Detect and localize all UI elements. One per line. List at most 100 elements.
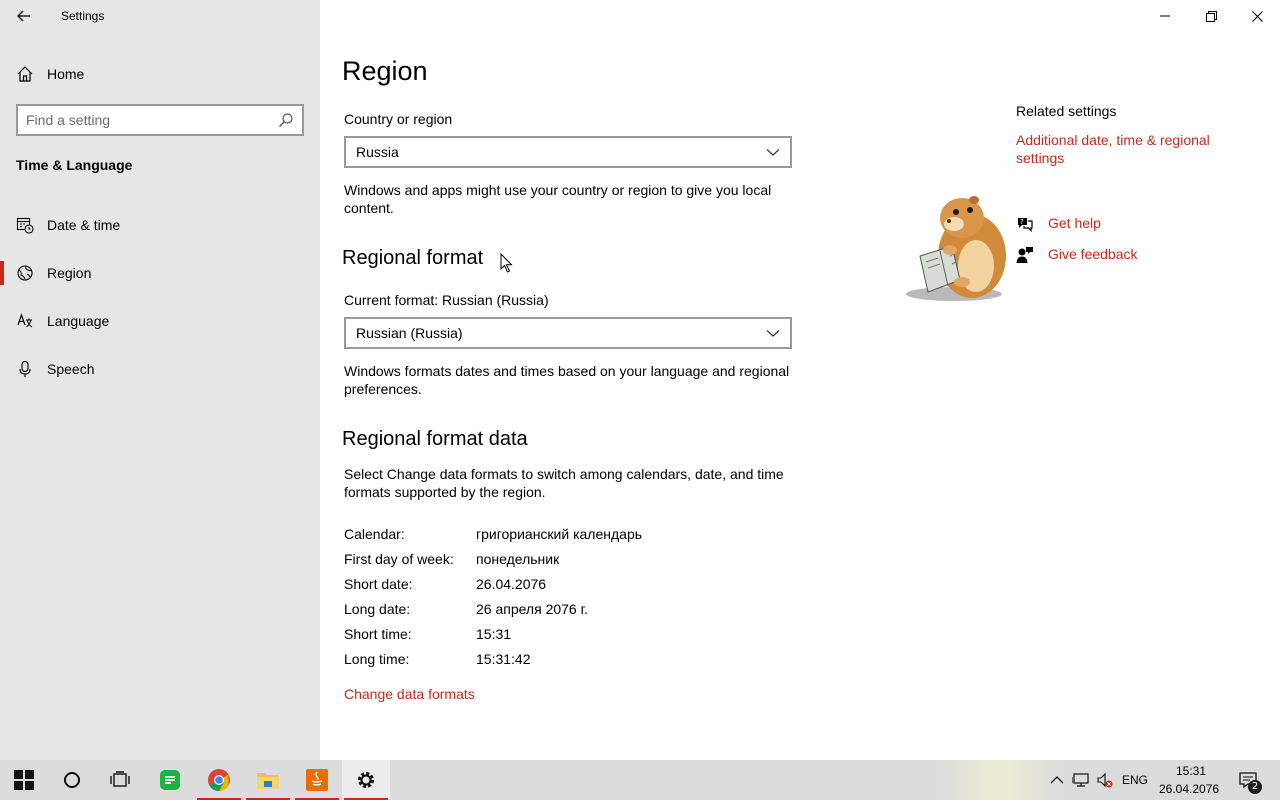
format-data-row: Short date: 26.04.2076: [344, 576, 794, 596]
format-value: Russian (Russia): [356, 325, 463, 341]
format-value: григорианский календарь: [476, 526, 643, 542]
format-description: Windows formats dates and times based on…: [344, 363, 790, 397]
restore-icon: [1205, 10, 1217, 22]
chrome-icon: [208, 769, 230, 791]
sidebar-item-language[interactable]: Language: [0, 301, 320, 341]
back-button[interactable]: [10, 4, 38, 28]
taskbar-app-java[interactable]: [293, 760, 341, 800]
search-circle-icon: [64, 772, 80, 788]
format-key: Calendar:: [344, 526, 405, 542]
related-settings-title: Related settings: [1016, 103, 1117, 119]
svg-text:?: ?: [1020, 218, 1024, 226]
sidebar-item-label: Language: [47, 313, 110, 329]
hamster-reading-image: [906, 196, 1006, 301]
volume-muted-icon[interactable]: [1096, 771, 1114, 789]
sidebar-item-label: Date & time: [47, 217, 121, 233]
format-key: First day of week:: [344, 551, 454, 567]
sidebar-item-date-time[interactable]: Date & time: [0, 205, 320, 245]
network-icon[interactable]: [1072, 771, 1090, 789]
microphone-icon: [19, 360, 31, 377]
notification-count-badge: 2: [1248, 780, 1262, 794]
clock-time[interactable]: 15:31: [1176, 764, 1206, 778]
restore-button[interactable]: [1188, 0, 1234, 32]
format-value: 26.04.2076: [476, 576, 547, 592]
chevron-up-icon[interactable]: [1048, 771, 1066, 789]
chevron-down-icon: [766, 149, 780, 156]
get-help-link-row[interactable]: ? Get help: [1016, 214, 1216, 234]
start-button[interactable]: [0, 760, 48, 800]
home-icon: [17, 66, 33, 82]
file-explorer-icon: [257, 773, 279, 789]
task-view-icon: [110, 771, 130, 787]
page-title: Region: [342, 56, 428, 86]
format-value: 15:31:42: [476, 651, 531, 667]
java-app-icon: [306, 769, 328, 791]
messenger-icon: [160, 770, 180, 790]
sidebar-item-label: Region: [47, 265, 92, 281]
search-button[interactable]: [48, 760, 96, 800]
settings-gear-icon: [358, 772, 374, 788]
taskbar-app-messenger[interactable]: [146, 760, 194, 800]
search-box: [16, 104, 304, 136]
country-description: Windows and apps might use your country …: [344, 182, 772, 216]
app-title: Settings: [61, 9, 105, 23]
feedback-person-icon: [1016, 247, 1033, 263]
format-value: 26 апреля 2076 г.: [476, 601, 588, 617]
search-input[interactable]: [26, 110, 266, 130]
current-format-label: Current format: Russian (Russia): [344, 292, 549, 308]
additional-settings-link[interactable]: Additional date, time & regional setting…: [1016, 131, 1236, 167]
get-help-link[interactable]: Get help: [1048, 215, 1101, 231]
minimize-button[interactable]: [1142, 0, 1188, 32]
start-icon: [14, 770, 34, 790]
calendar-clock-icon: [16, 217, 34, 234]
help-chat-icon: ?: [1018, 218, 1033, 232]
close-icon: [1251, 10, 1263, 22]
format-key: Long time:: [344, 651, 410, 667]
sidebar: Settings Home Time & Language Date & tim…: [0, 0, 320, 760]
section-title: Time & Language: [16, 157, 133, 173]
input-language-indicator[interactable]: ENG: [1122, 773, 1148, 787]
regional-format-heading: Regional format: [342, 247, 484, 269]
country-dropdown[interactable]: Russia: [344, 136, 792, 168]
globe-icon: [17, 265, 33, 281]
sidebar-item-home[interactable]: Home: [0, 58, 320, 90]
language-icon: [17, 313, 33, 328]
change-data-formats-link[interactable]: Change data formats: [344, 686, 475, 702]
sidebar-item-label: Home: [47, 66, 85, 82]
taskbar-highlight: [940, 760, 1060, 800]
taskbar-app-file-explorer[interactable]: [244, 760, 292, 800]
format-key: Short date:: [344, 576, 413, 592]
regional-format-data-heading: Regional format data: [342, 428, 528, 450]
format-data-row: Calendar: григорианский календарь: [344, 526, 794, 546]
format-data-row: Long date: 26 апреля 2076 г.: [344, 601, 794, 621]
format-data-row: Short time: 15:31: [344, 626, 794, 646]
sidebar-item-label: Speech: [47, 361, 95, 377]
give-feedback-link[interactable]: Give feedback: [1048, 246, 1138, 262]
minimize-icon: [1160, 15, 1170, 17]
taskbar-app-settings[interactable]: [342, 760, 390, 800]
search-icon[interactable]: [278, 112, 294, 128]
format-data-row: First day of week: понедельник: [344, 551, 794, 571]
format-data-description: Select Change data formats to switch amo…: [344, 466, 784, 500]
clock-date[interactable]: 26.04.2076: [1159, 782, 1219, 796]
chevron-down-icon: [766, 330, 780, 337]
back-arrow-icon: [17, 10, 30, 22]
taskbar: ENG 15:31 26.04.2076: [0, 760, 1280, 800]
give-feedback-link-row[interactable]: Give feedback: [1016, 245, 1216, 265]
country-label: Country or region: [344, 111, 453, 127]
sidebar-item-speech[interactable]: Speech: [0, 349, 320, 389]
format-key: Short time:: [344, 626, 412, 642]
title-bar: Settings: [0, 0, 320, 32]
format-value: 15:31: [476, 626, 512, 642]
country-value: Russia: [356, 144, 399, 160]
mouse-cursor-icon: [500, 253, 513, 273]
selected-indicator: [0, 261, 4, 285]
format-value: понедельник: [476, 551, 560, 567]
taskbar-app-chrome[interactable]: [195, 760, 243, 800]
format-key: Long date:: [344, 601, 411, 617]
close-button[interactable]: [1234, 0, 1280, 32]
format-data-row: Long time: 15:31:42: [344, 651, 794, 671]
task-view-button[interactable]: [96, 760, 144, 800]
sidebar-item-region[interactable]: Region: [0, 253, 320, 293]
format-dropdown[interactable]: Russian (Russia): [344, 317, 792, 349]
